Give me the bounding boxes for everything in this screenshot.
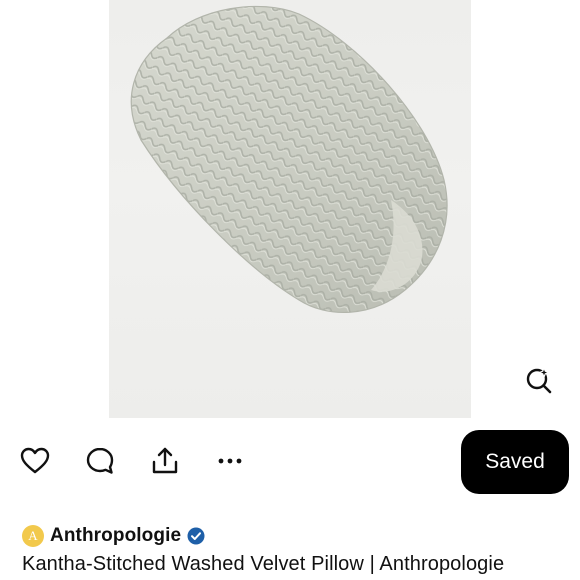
pin-title[interactable]: Kantha-Stitched Washed Velvet Pillow | A… [22, 553, 504, 576]
comment-button[interactable] [83, 444, 117, 478]
source-row[interactable]: A Anthropologie [22, 523, 205, 549]
more-options-button[interactable] [213, 444, 247, 478]
verified-icon [187, 527, 205, 545]
action-bar: Saved [0, 430, 580, 494]
pin-detail: Saved A Anthropologie Kantha-Stitched Wa… [0, 0, 580, 580]
verified-badge-icon [187, 527, 205, 545]
visual-search-button[interactable] [522, 363, 556, 397]
share-button[interactable] [148, 444, 182, 478]
source-name[interactable]: Anthropologie [50, 525, 181, 547]
like-button[interactable] [18, 444, 52, 478]
product-image[interactable] [109, 0, 471, 418]
pillow-shape [130, 5, 448, 314]
source-avatar[interactable]: A [22, 525, 44, 547]
more-icon [218, 458, 242, 464]
heart-icon [20, 447, 50, 474]
visual-search-icon [526, 366, 552, 394]
comment-icon [86, 447, 114, 474]
saved-button[interactable]: Saved [461, 430, 569, 494]
share-icon [152, 447, 178, 474]
pillow-illustration [130, 5, 448, 314]
